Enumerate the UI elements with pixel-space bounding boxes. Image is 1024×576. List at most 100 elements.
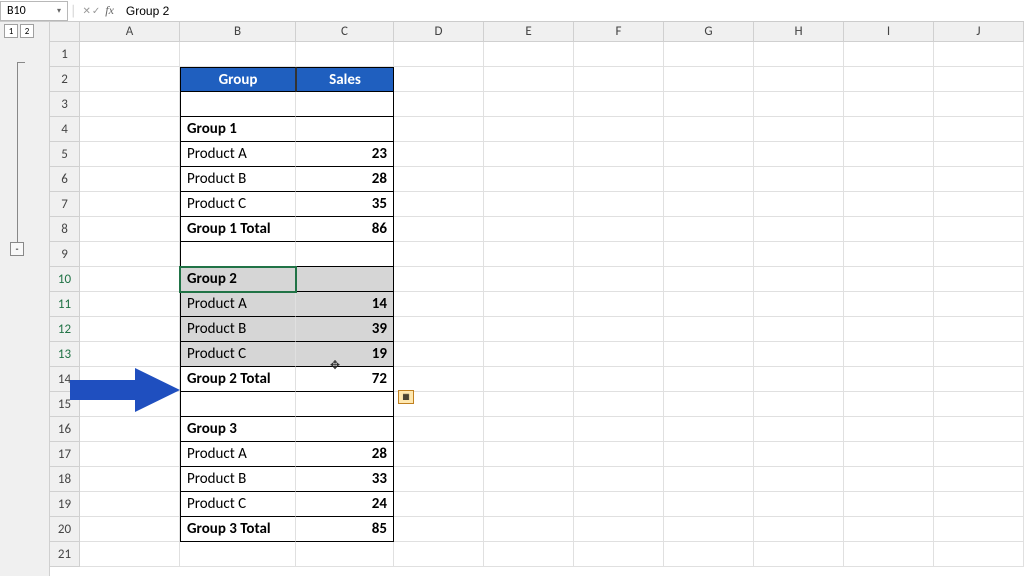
cell[interactable] bbox=[934, 192, 1024, 217]
cell[interactable] bbox=[394, 367, 484, 392]
cell[interactable] bbox=[844, 467, 934, 492]
cell[interactable] bbox=[80, 142, 180, 167]
cell-group3-title[interactable]: Group 3 bbox=[180, 417, 296, 442]
row-header[interactable]: 1 bbox=[50, 42, 80, 67]
cell[interactable] bbox=[484, 67, 574, 92]
row-header[interactable]: 9 bbox=[50, 242, 80, 267]
cell[interactable] bbox=[844, 442, 934, 467]
cell[interactable] bbox=[844, 342, 934, 367]
cell[interactable] bbox=[934, 542, 1024, 567]
cell[interactable] bbox=[844, 117, 934, 142]
cell[interactable] bbox=[574, 267, 664, 292]
cell[interactable] bbox=[934, 167, 1024, 192]
cell[interactable] bbox=[80, 167, 180, 192]
cell[interactable]: Group 2 Total bbox=[180, 367, 296, 392]
cell[interactable] bbox=[754, 442, 844, 467]
cell[interactable] bbox=[484, 217, 574, 242]
cell[interactable] bbox=[664, 192, 754, 217]
cell[interactable] bbox=[934, 367, 1024, 392]
header-group[interactable]: Group bbox=[180, 67, 296, 92]
row-header[interactable]: 18 bbox=[50, 467, 80, 492]
cell[interactable] bbox=[664, 217, 754, 242]
col-header-G[interactable]: G bbox=[664, 22, 754, 41]
cell[interactable] bbox=[844, 517, 934, 542]
cell[interactable] bbox=[844, 492, 934, 517]
cell[interactable] bbox=[934, 92, 1024, 117]
cell[interactable]: Product C bbox=[180, 342, 296, 367]
cancel-icon[interactable]: ✕ bbox=[82, 4, 90, 17]
cell[interactable] bbox=[934, 67, 1024, 92]
cell[interactable] bbox=[574, 292, 664, 317]
cell[interactable] bbox=[844, 417, 934, 442]
cell[interactable] bbox=[180, 242, 296, 267]
cell[interactable] bbox=[934, 467, 1024, 492]
cell[interactable] bbox=[664, 542, 754, 567]
cell[interactable]: Product B bbox=[180, 167, 296, 192]
cell[interactable] bbox=[394, 67, 484, 92]
cell[interactable] bbox=[754, 217, 844, 242]
row-header[interactable]: 4 bbox=[50, 117, 80, 142]
cell[interactable] bbox=[844, 192, 934, 217]
cell-group1-title[interactable]: Group 1 bbox=[180, 117, 296, 142]
cell[interactable] bbox=[934, 42, 1024, 67]
cell[interactable] bbox=[296, 92, 394, 117]
cell[interactable] bbox=[844, 67, 934, 92]
cell[interactable] bbox=[484, 167, 574, 192]
cell[interactable] bbox=[484, 42, 574, 67]
cell[interactable] bbox=[754, 392, 844, 417]
cell[interactable] bbox=[180, 542, 296, 567]
cell[interactable] bbox=[574, 167, 664, 192]
cell[interactable] bbox=[754, 292, 844, 317]
outline-collapse-button[interactable]: - bbox=[10, 242, 24, 256]
cell[interactable] bbox=[664, 242, 754, 267]
cell[interactable] bbox=[484, 492, 574, 517]
cell[interactable] bbox=[754, 492, 844, 517]
cell[interactable] bbox=[80, 442, 180, 467]
cell[interactable] bbox=[296, 117, 394, 142]
cell[interactable] bbox=[844, 542, 934, 567]
cell[interactable] bbox=[80, 267, 180, 292]
cell[interactable]: 35 bbox=[296, 192, 394, 217]
cell[interactable] bbox=[80, 292, 180, 317]
cell[interactable] bbox=[844, 167, 934, 192]
cell[interactable] bbox=[754, 167, 844, 192]
cell[interactable] bbox=[664, 317, 754, 342]
cell[interactable] bbox=[664, 442, 754, 467]
cell[interactable] bbox=[574, 192, 664, 217]
cell[interactable] bbox=[484, 542, 574, 567]
cell[interactable] bbox=[664, 142, 754, 167]
col-header-F[interactable]: F bbox=[574, 22, 664, 41]
cell[interactable] bbox=[664, 517, 754, 542]
cell[interactable] bbox=[754, 267, 844, 292]
cell[interactable] bbox=[394, 167, 484, 192]
row-header[interactable]: 5 bbox=[50, 142, 80, 167]
select-all-corner[interactable] bbox=[50, 22, 80, 41]
cell[interactable] bbox=[296, 42, 394, 67]
cell[interactable] bbox=[484, 342, 574, 367]
cell[interactable] bbox=[80, 517, 180, 542]
row-header[interactable]: 20 bbox=[50, 517, 80, 542]
cell[interactable] bbox=[394, 267, 484, 292]
cell[interactable]: Product A bbox=[180, 142, 296, 167]
cell[interactable] bbox=[484, 192, 574, 217]
row-header[interactable]: 10 bbox=[50, 267, 80, 292]
cell[interactable] bbox=[394, 92, 484, 117]
formula-input[interactable] bbox=[118, 2, 1024, 20]
cell[interactable] bbox=[484, 517, 574, 542]
col-header-E[interactable]: E bbox=[484, 22, 574, 41]
cell[interactable]: 39 bbox=[296, 317, 394, 342]
cell[interactable] bbox=[664, 67, 754, 92]
cell[interactable] bbox=[844, 142, 934, 167]
cell[interactable] bbox=[80, 467, 180, 492]
row-header[interactable]: 17 bbox=[50, 442, 80, 467]
cell[interactable]: 28 bbox=[296, 442, 394, 467]
cell[interactable] bbox=[394, 192, 484, 217]
cell[interactable] bbox=[296, 542, 394, 567]
cell[interactable] bbox=[80, 317, 180, 342]
cell[interactable] bbox=[754, 92, 844, 117]
cell[interactable]: Product A bbox=[180, 442, 296, 467]
cell[interactable] bbox=[844, 317, 934, 342]
cell[interactable] bbox=[80, 117, 180, 142]
row-header[interactable]: 7 bbox=[50, 192, 80, 217]
cell[interactable] bbox=[484, 317, 574, 342]
